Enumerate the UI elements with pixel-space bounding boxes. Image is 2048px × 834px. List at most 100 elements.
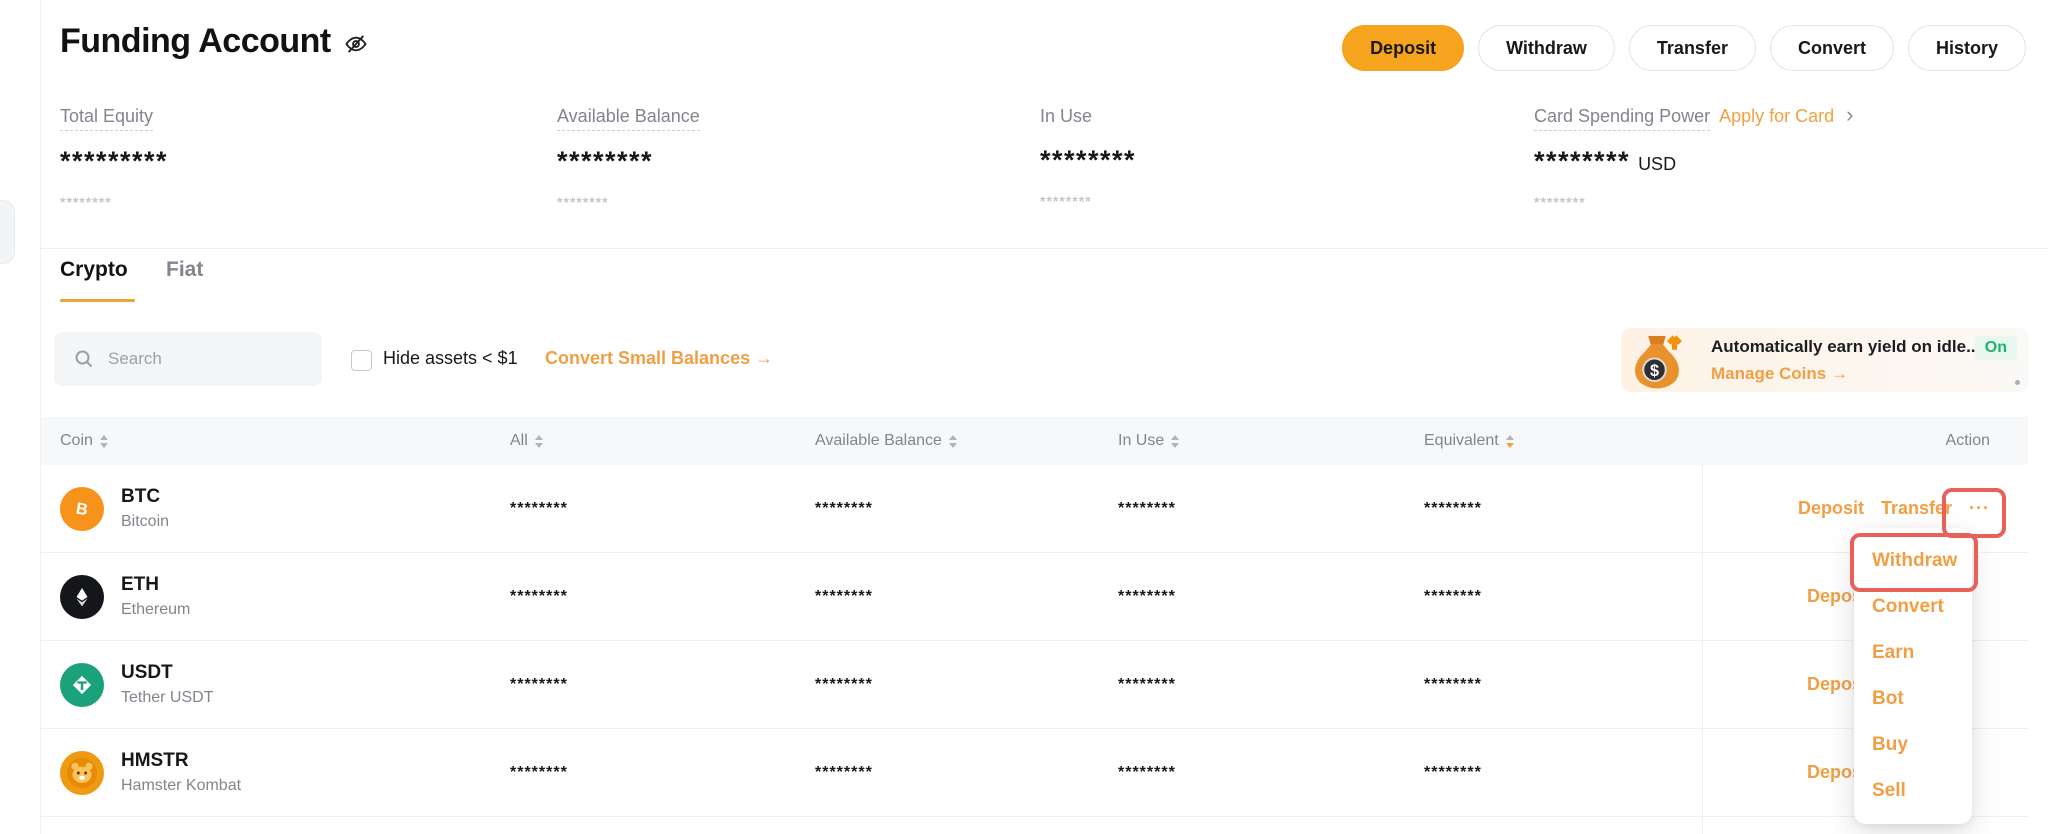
cell-all: ******** [510,764,815,782]
table-row-hmstr: HMSTR Hamster Kombat ******** ******** *… [41,729,2028,817]
cell-equivalent: ******** [1424,764,1702,782]
deposit-button[interactable]: Deposit [1342,25,1464,71]
column-header-action: Action [1702,432,2028,450]
column-header-equivalent[interactable]: Equivalent [1424,432,1702,450]
eye-off-icon[interactable] [343,31,369,57]
hide-assets-checkbox[interactable] [351,350,372,371]
stat-sub-masked: ******** [1534,194,2034,210]
cell-equivalent: ******** [1424,676,1702,694]
page-title-text: Funding Account [60,22,331,61]
cell-available: ******** [815,500,1118,518]
stat-value-masked: ******** [557,146,1027,177]
cell-all: ******** [510,676,815,694]
cell-in-use: ******** [1118,500,1424,518]
transfer-button[interactable]: Transfer [1629,25,1756,71]
column-header-available-balance[interactable]: Available Balance [815,432,1118,450]
asset-table: B BTC Bitcoin ******** ******** ********… [41,465,2028,817]
sort-icon [100,435,108,448]
stat-value-masked: ******** [1040,145,1510,176]
row-transfer-link[interactable]: Transfer [1881,498,1952,519]
stat-label: In Use [1040,106,1092,130]
sort-icon-descending [1506,435,1514,448]
stat-label: Total Equity [60,106,153,131]
column-header-coin[interactable]: Coin [60,432,510,450]
tab-crypto[interactable]: Crypto [60,258,128,282]
yield-banner[interactable]: $ Automatically earn yield on idle... On… [1621,328,2029,392]
coin-cell: ETH Ethereum [60,574,510,619]
manage-coins-link[interactable]: Manage Coins → [1711,364,1848,384]
hmstr-coin-icon [60,751,104,795]
cell-available: ******** [815,676,1118,694]
sidebar-collapse-handle[interactable] [0,200,15,264]
coin-cell: B BTC Bitcoin [60,486,510,531]
table-row-btc: B BTC Bitcoin ******** ******** ********… [41,465,2028,553]
convert-button[interactable]: Convert [1770,25,1894,71]
cell-in-use: ******** [1118,676,1424,694]
money-bag-icon: $ [1627,331,1687,391]
stat-label: Card Spending Power [1534,106,1710,131]
stat-total-equity: Total Equity ********* ******** [60,106,530,210]
cell-equivalent: ******** [1424,500,1702,518]
header-actions: Deposit Withdraw Transfer Convert Histor… [1342,25,2026,71]
page-title: Funding Account [60,22,369,61]
coin-name: Bitcoin [121,513,169,531]
coin-cell: USDT Tether USDT [60,662,510,707]
menu-item-convert[interactable]: Convert [1854,584,1972,630]
cell-available: ******** [815,588,1118,606]
svg-text:B: B [75,499,90,519]
menu-item-earn[interactable]: Earn [1854,630,1972,676]
table-header: Coin All Available Balance In Use Equiva… [41,417,2028,465]
row-actions-menu: Withdraw Convert Earn Bot Buy Sell [1854,528,1972,824]
column-header-all[interactable]: All [510,432,815,450]
stat-sub-masked: ******** [1040,193,1510,209]
search-icon [74,349,94,369]
sort-icon [535,435,543,448]
active-tab-indicator [60,299,135,302]
convert-small-balances-link[interactable]: Convert Small Balances → [545,348,773,369]
hide-assets-label: Hide assets < $1 [383,348,518,369]
stat-value-masked: ********* [60,146,530,177]
coin-symbol: HMSTR [121,750,241,772]
menu-item-buy[interactable]: Buy [1854,722,1972,768]
stat-currency-unit: USD [1638,154,1676,174]
eth-coin-icon [60,575,104,619]
action-column-divider [1702,465,1703,834]
stat-value-masked: ********USD [1534,146,2034,177]
table-row-usdt: USDT Tether USDT ******** ******** *****… [41,641,2028,729]
banner-status-badge: On [1975,336,2017,360]
coin-name: Tether USDT [121,689,213,707]
apply-for-card-link[interactable]: Apply for Card [1719,106,1834,126]
row-deposit-link[interactable]: Deposit [1798,498,1864,519]
cell-all: ******** [510,500,815,518]
coin-symbol: USDT [121,662,213,684]
stat-in-use: In Use ******** ******** [1040,106,1510,209]
search-box[interactable] [54,332,322,386]
section-divider [41,248,2048,249]
sort-icon [949,435,957,448]
more-actions-button[interactable]: ··· [1969,498,1990,519]
cell-equivalent: ******** [1424,588,1702,606]
cell-in-use: ******** [1118,588,1424,606]
column-header-in-use[interactable]: In Use [1118,432,1424,450]
tab-fiat[interactable]: Fiat [166,258,203,282]
cell-all: ******** [510,588,815,606]
btc-coin-icon: B [60,487,104,531]
chevron-right-icon[interactable]: › [1846,102,1853,127]
withdraw-button[interactable]: Withdraw [1478,25,1615,71]
menu-item-sell[interactable]: Sell [1854,768,1972,814]
menu-item-bot[interactable]: Bot [1854,676,1972,722]
menu-item-withdraw[interactable]: Withdraw [1854,538,1972,584]
stat-sub-masked: ******** [60,194,530,210]
coin-name: Ethereum [121,601,190,619]
history-button[interactable]: History [1908,25,2026,71]
cell-available: ******** [815,764,1118,782]
usdt-coin-icon [60,663,104,707]
coin-symbol: ETH [121,574,190,596]
cell-in-use: ******** [1118,764,1424,782]
search-input[interactable] [106,348,300,370]
table-row-eth: ETH Ethereum ******** ******** ******** … [41,553,2028,641]
sort-icon [1171,435,1179,448]
svg-text:$: $ [1650,362,1659,380]
action-cell: Deposit Transfer ··· [1702,498,2028,519]
stat-available-balance: Available Balance ******** ******** [557,106,1027,210]
